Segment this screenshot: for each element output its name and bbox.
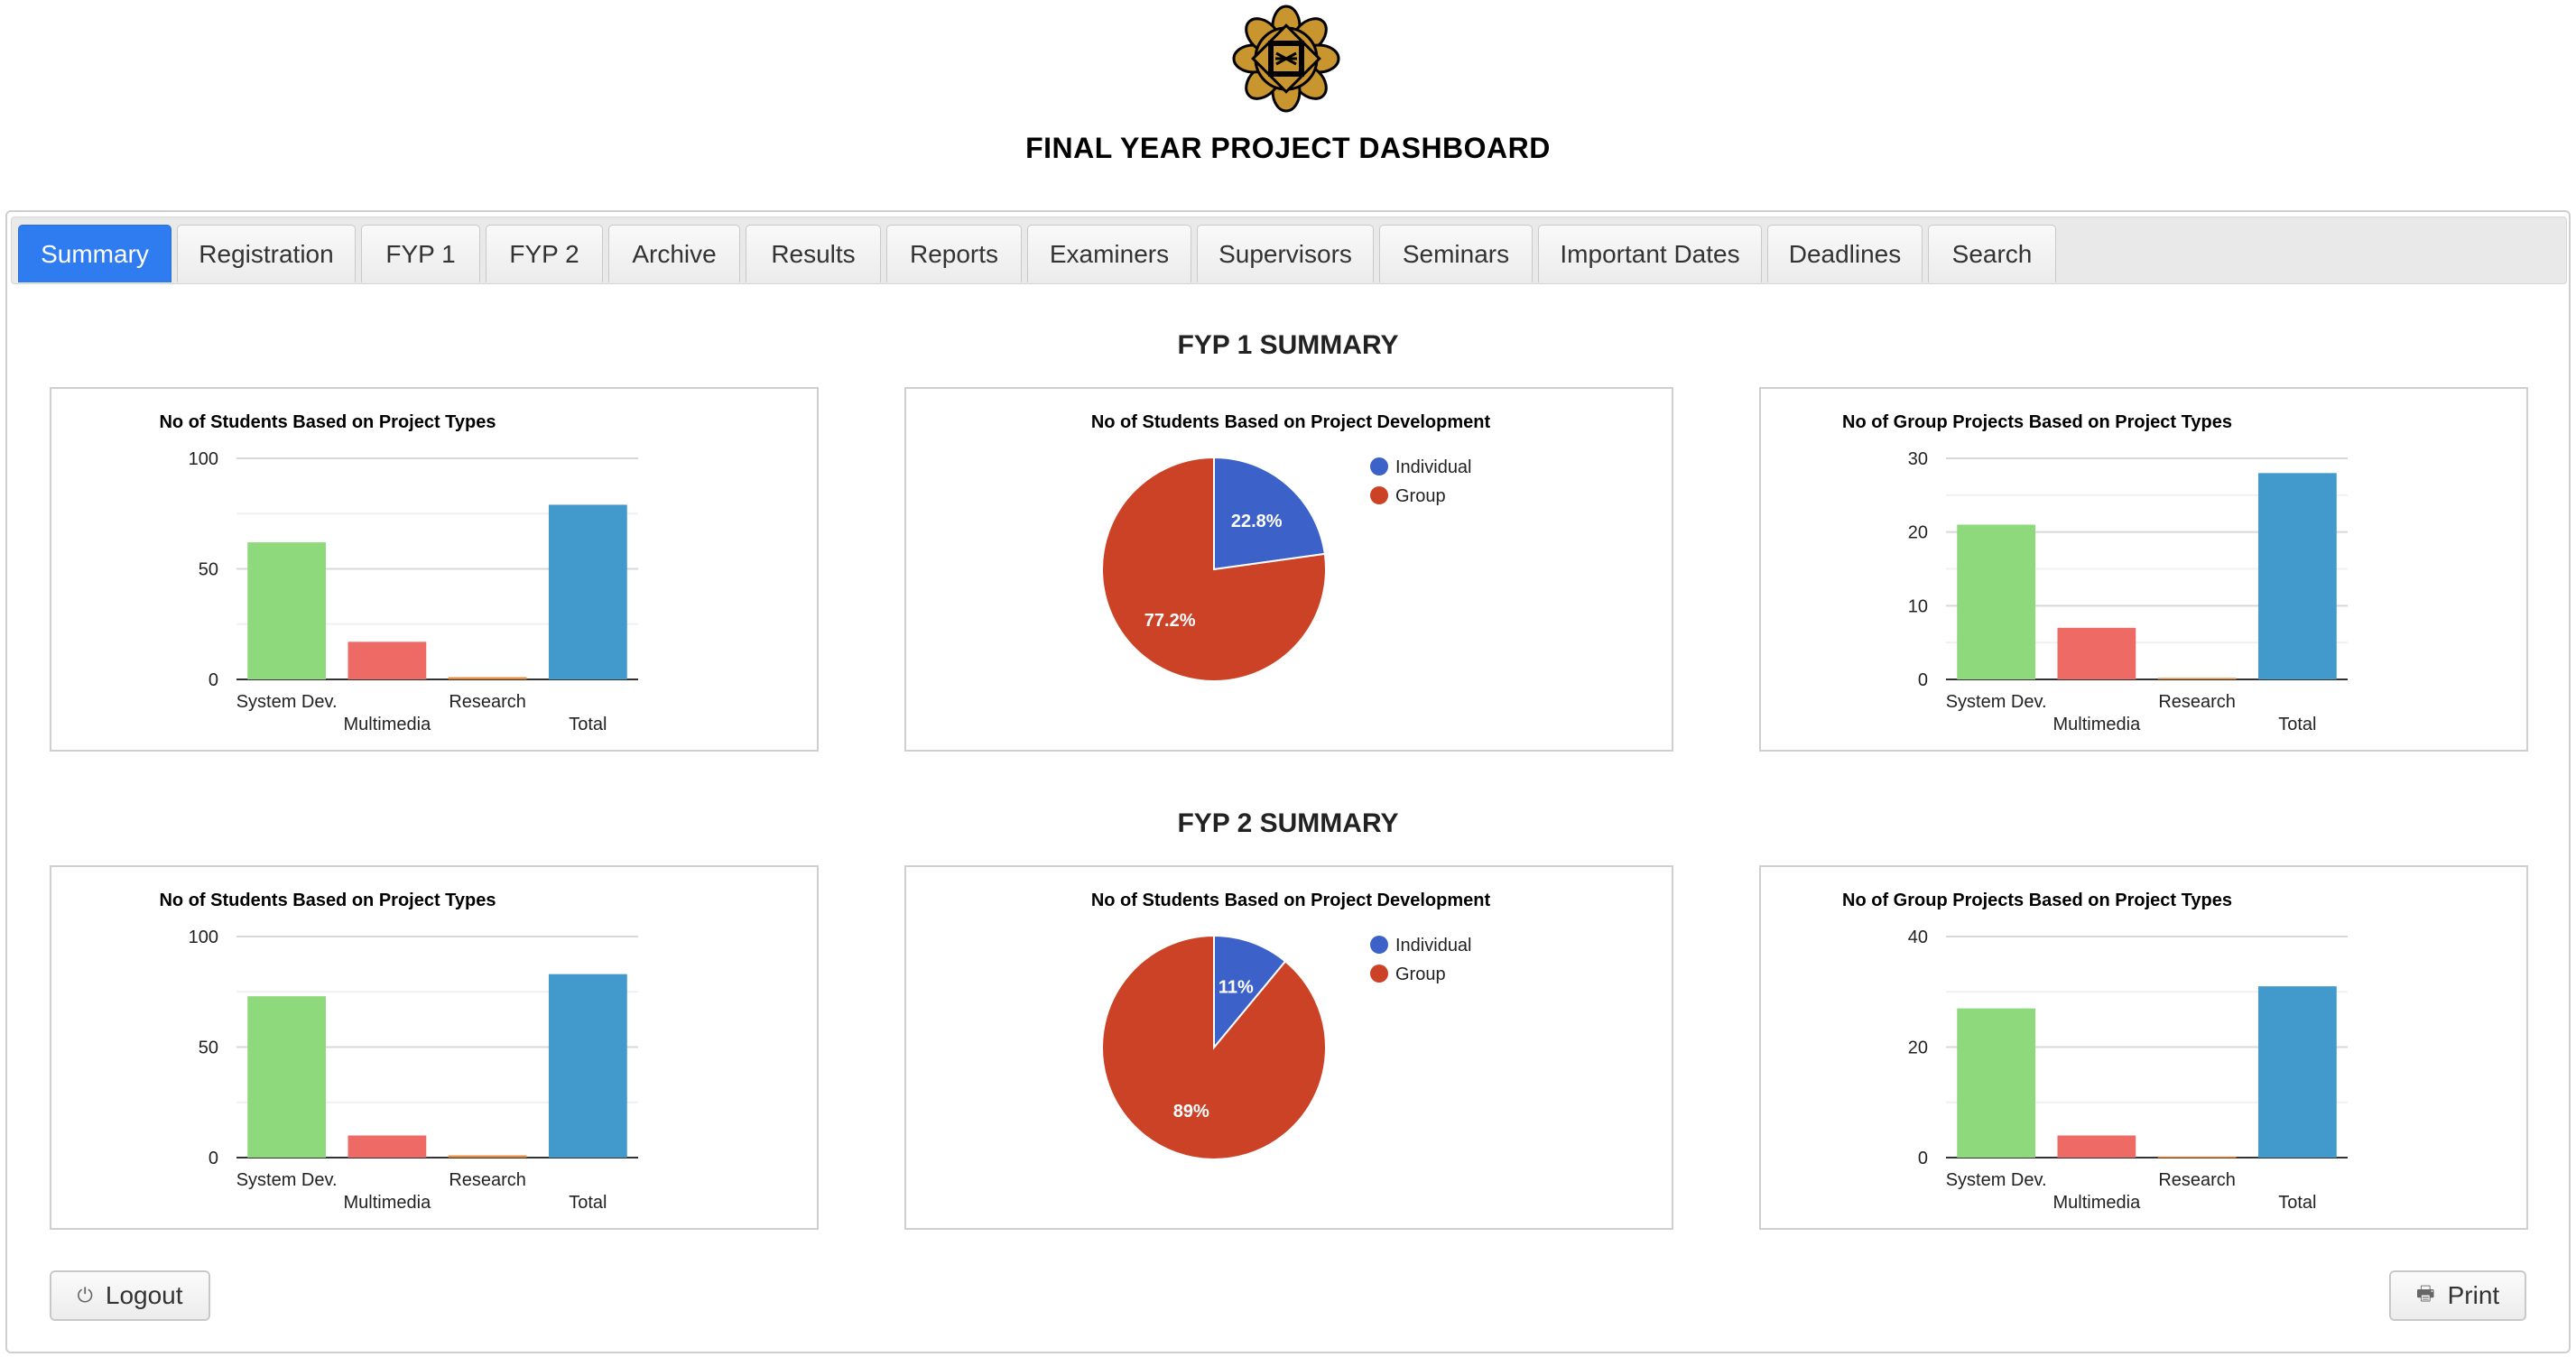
y-tick-label: 0 xyxy=(208,670,218,690)
bar-total xyxy=(2257,473,2337,679)
x-tick-label: Research xyxy=(2158,692,2236,712)
bar-system-dev- xyxy=(247,996,327,1158)
fyp2-summary-title: FYP 2 SUMMARY xyxy=(1177,808,1399,838)
x-tick-label: Total xyxy=(569,715,607,734)
bar-total xyxy=(548,504,627,679)
tab-results[interactable]: Results xyxy=(746,225,881,282)
x-tick-label: Total xyxy=(2278,1193,2316,1213)
x-tick-label: System Dev. xyxy=(236,692,338,712)
bar-system-dev- xyxy=(1957,1008,2036,1158)
tab-archive[interactable]: Archive xyxy=(608,225,740,282)
power-icon: ⏻ xyxy=(77,1284,93,1306)
y-tick-label: 0 xyxy=(1918,670,1928,690)
logout-button[interactable]: ⏻ Logout xyxy=(50,1270,210,1321)
pie-value-label: 11% xyxy=(1219,977,1254,997)
legend-label: Group xyxy=(1395,486,1446,506)
pie-value-label: 77.2% xyxy=(1144,611,1196,631)
y-tick-label: 10 xyxy=(1908,596,1928,616)
y-tick-label: 100 xyxy=(189,928,218,947)
tab-fyp1[interactable]: FYP 1 xyxy=(361,225,480,282)
chart-card-fyp1-groups: No of Group Projects Based on Project Ty… xyxy=(1759,387,2528,752)
bar-research xyxy=(448,1155,527,1158)
logout-label: Logout xyxy=(105,1281,183,1309)
bar-total xyxy=(548,974,627,1158)
bar-system-dev- xyxy=(1957,524,2036,679)
tab-seminars[interactable]: Seminars xyxy=(1379,225,1533,282)
bar-multimedia xyxy=(2057,1135,2136,1158)
tab-reports[interactable]: Reports xyxy=(886,225,1022,282)
chart-card-fyp2-groups: No of Group Projects Based on Project Ty… xyxy=(1759,865,2528,1230)
x-tick-label: Total xyxy=(569,1193,607,1213)
y-tick-label: 20 xyxy=(1908,1039,1928,1058)
pie-chart: No of Students Based on Project Developm… xyxy=(1091,412,1491,682)
y-tick-label: 50 xyxy=(199,1039,218,1058)
tab-registration[interactable]: Registration xyxy=(177,225,356,282)
x-tick-label: Multimedia xyxy=(2053,1193,2142,1213)
tab-important-dates[interactable]: Important Dates xyxy=(1538,225,1762,282)
tab-supervisors[interactable]: Supervisors xyxy=(1197,225,1374,282)
chart-title: No of Students Based on Project Types xyxy=(159,891,496,910)
x-tick-label: Multimedia xyxy=(344,715,432,734)
bar-chart: No of Group Projects Based on Project Ty… xyxy=(1842,891,2348,1213)
y-tick-label: 20 xyxy=(1908,523,1928,543)
chart-title: No of Students Based on Project Developm… xyxy=(1091,891,1491,910)
x-tick-label: System Dev. xyxy=(1946,692,2047,712)
bar-system-dev- xyxy=(247,542,327,679)
bar-total xyxy=(2257,986,2337,1158)
x-tick-label: Multimedia xyxy=(344,1193,432,1213)
y-tick-label: 0 xyxy=(1918,1149,1928,1168)
page-title: FINAL YEAR PROJECT DASHBOARD xyxy=(1025,132,1551,164)
x-tick-label: Research xyxy=(449,1170,526,1190)
chart-title: No of Group Projects Based on Project Ty… xyxy=(1842,412,2232,432)
x-tick-label: Research xyxy=(2158,1170,2236,1190)
y-tick-label: 50 xyxy=(199,560,218,580)
printer-icon: 🖶 xyxy=(2415,1282,2435,1305)
x-tick-label: Total xyxy=(2278,715,2316,734)
y-tick-label: 0 xyxy=(208,1149,218,1168)
chart-card-fyp1-dev: No of Students Based on Project Developm… xyxy=(904,387,1673,752)
x-tick-label: System Dev. xyxy=(236,1170,338,1190)
tab-summary[interactable]: Summary xyxy=(18,225,171,282)
legend-marker xyxy=(1370,457,1388,475)
legend-label: Individual xyxy=(1395,936,1472,955)
legend-marker xyxy=(1370,936,1388,954)
pie-value-label: 22.8% xyxy=(1231,512,1283,531)
x-tick-label: System Dev. xyxy=(1946,1170,2047,1190)
legend-label: Individual xyxy=(1395,457,1472,477)
bar-research xyxy=(2157,678,2237,679)
bar-chart: No of Students Based on Project Types 0 50… xyxy=(159,891,638,1213)
tab-deadlines[interactable]: Deadlines xyxy=(1767,225,1923,282)
legend-label: Group xyxy=(1395,965,1446,984)
pie-value-label: 89% xyxy=(1173,1102,1209,1122)
chart-card-fyp2-dev: No of Students Based on Project Developm… xyxy=(904,865,1673,1230)
bar-chart: No of Group Projects Based on Project Ty… xyxy=(1842,412,2348,734)
fyp1-summary-title: FYP 1 SUMMARY xyxy=(1177,330,1399,360)
chart-title: No of Students Based on Project Developm… xyxy=(1091,412,1491,432)
y-tick-label: 40 xyxy=(1908,928,1928,947)
bar-research xyxy=(2157,1156,2237,1159)
x-tick-label: Multimedia xyxy=(2053,715,2142,734)
pie-chart: No of Students Based on Project Developm… xyxy=(1091,891,1491,1160)
tab-examiners[interactable]: Examiners xyxy=(1027,225,1191,282)
bar-multimedia xyxy=(2057,627,2136,679)
y-tick-label: 100 xyxy=(189,449,218,469)
legend-marker xyxy=(1370,965,1388,983)
bar-research xyxy=(448,677,527,679)
chart-title: No of Group Projects Based on Project Ty… xyxy=(1842,891,2232,910)
tab-search[interactable]: Search xyxy=(1928,225,2056,282)
print-button[interactable]: 🖶 Print xyxy=(2389,1270,2526,1321)
x-tick-label: Research xyxy=(449,692,526,712)
bar-multimedia xyxy=(347,642,427,679)
y-tick-label: 30 xyxy=(1908,449,1928,469)
university-logo-icon xyxy=(1232,5,1340,113)
chart-title: No of Students Based on Project Types xyxy=(159,412,496,432)
chart-card-fyp1-types: No of Students Based on Project Types 0 50… xyxy=(50,387,819,752)
print-label: Print xyxy=(2447,1281,2500,1309)
legend-marker xyxy=(1370,486,1388,504)
tab-fyp2[interactable]: FYP 2 xyxy=(486,225,603,282)
bar-multimedia xyxy=(347,1135,427,1158)
bar-chart: No of Students Based on Project Types 0 50… xyxy=(159,412,638,734)
chart-card-fyp2-types: No of Students Based on Project Types 0 50… xyxy=(50,865,819,1230)
pie-slice-group xyxy=(1101,934,1327,1160)
